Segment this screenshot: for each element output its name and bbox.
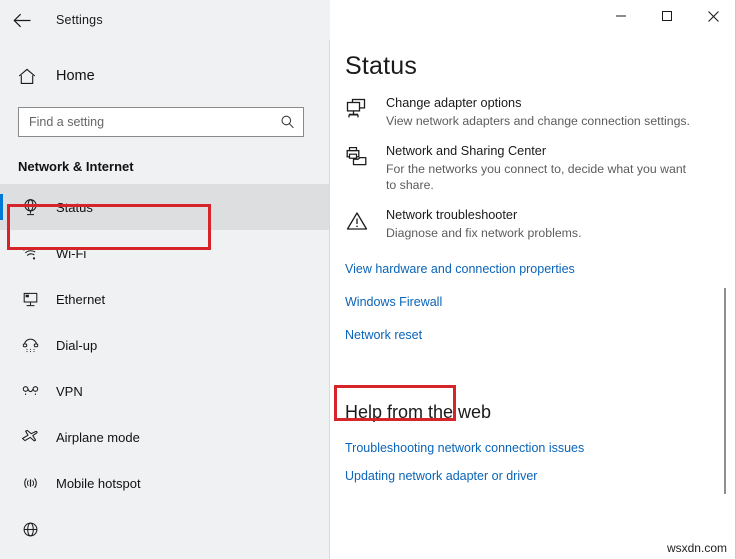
sidebar-item-dialup[interactable]: Dial-up bbox=[0, 322, 330, 368]
link-troubleshooting-network-issues[interactable]: Troubleshooting network connection issue… bbox=[345, 441, 736, 455]
sidebar-item-wifi[interactable]: Wi-Fi bbox=[0, 230, 330, 276]
sidebar-item-label: Ethernet bbox=[56, 292, 105, 307]
link-windows-firewall[interactable]: Windows Firewall bbox=[345, 295, 736, 309]
sidebar-section-title: Network & Internet bbox=[18, 159, 330, 174]
entry-title: Network and Sharing Center bbox=[386, 143, 698, 160]
scrollbar-thumb[interactable] bbox=[724, 288, 726, 494]
settings-sidebar: Home Network & Internet bbox=[0, 40, 330, 559]
globe-status-icon bbox=[18, 198, 42, 217]
search-box[interactable] bbox=[18, 107, 304, 137]
link-updating-network-adapter[interactable]: Updating network adapter or driver bbox=[345, 469, 736, 483]
entry-network-sharing-center[interactable]: Network and Sharing Center For the netwo… bbox=[345, 143, 700, 193]
dialup-phone-icon bbox=[18, 336, 42, 355]
sidebar-item-vpn[interactable]: VPN bbox=[0, 368, 330, 414]
home-icon bbox=[18, 68, 44, 85]
window-controls bbox=[330, 0, 736, 40]
app-title: Settings bbox=[56, 13, 103, 27]
sidebar-divider bbox=[329, 0, 330, 559]
sidebar-item-partial[interactable] bbox=[0, 506, 330, 552]
sidebar-item-label: Mobile hotspot bbox=[56, 476, 141, 491]
sidebar-item-ethernet[interactable]: Ethernet bbox=[0, 276, 330, 322]
sidebar-item-label: VPN bbox=[56, 384, 83, 399]
title-bar: Settings bbox=[0, 0, 736, 40]
monitors-adapter-icon bbox=[345, 95, 377, 129]
sidebar-nav: Status Wi-Fi bbox=[0, 184, 330, 552]
close-button[interactable] bbox=[690, 0, 736, 32]
warning-triangle-icon bbox=[345, 207, 377, 241]
entry-description: View network adapters and change connect… bbox=[386, 113, 690, 129]
home-label: Home bbox=[56, 68, 95, 84]
entry-text: Network troubleshooter Diagnose and fix … bbox=[386, 207, 581, 241]
main-content: Status Change adapter options View netwo… bbox=[330, 40, 736, 559]
globe-proxy-icon bbox=[18, 520, 42, 539]
hotspot-icon bbox=[18, 474, 42, 493]
maximize-button[interactable] bbox=[644, 0, 690, 32]
entry-text: Network and Sharing Center For the netwo… bbox=[386, 143, 698, 193]
ethernet-icon bbox=[18, 290, 42, 309]
entry-title: Change adapter options bbox=[386, 95, 690, 112]
sidebar-item-label: Airplane mode bbox=[56, 430, 140, 445]
search-input[interactable] bbox=[19, 108, 269, 136]
help-section-title: Help from the web bbox=[345, 402, 736, 423]
minimize-button[interactable] bbox=[598, 0, 644, 32]
search-icon[interactable] bbox=[280, 115, 295, 130]
page-title: Status bbox=[345, 52, 736, 81]
sidebar-item-airplane-mode[interactable]: Airplane mode bbox=[0, 414, 330, 460]
sidebar-item-home[interactable]: Home bbox=[0, 59, 330, 93]
entry-network-troubleshooter[interactable]: Network troubleshooter Diagnose and fix … bbox=[345, 207, 700, 241]
watermark: wsxdn.com bbox=[667, 541, 727, 555]
sidebar-item-label: Status bbox=[56, 200, 93, 215]
entry-description: For the networks you connect to, decide … bbox=[386, 161, 698, 193]
wifi-icon bbox=[18, 244, 42, 263]
sidebar-item-label: Dial-up bbox=[56, 338, 97, 353]
back-button[interactable] bbox=[0, 0, 44, 40]
back-arrow-icon bbox=[13, 13, 32, 28]
link-view-hardware-properties[interactable]: View hardware and connection properties bbox=[345, 262, 736, 276]
content-scrollbar[interactable] bbox=[720, 40, 730, 559]
entry-text: Change adapter options View network adap… bbox=[386, 95, 690, 129]
title-bar-left: Settings bbox=[0, 0, 330, 40]
entry-change-adapter-options[interactable]: Change adapter options View network adap… bbox=[345, 95, 700, 129]
entry-description: Diagnose and fix network problems. bbox=[386, 225, 581, 241]
sidebar-item-status[interactable]: Status bbox=[0, 184, 330, 230]
vpn-icon bbox=[18, 382, 42, 401]
airplane-icon bbox=[18, 427, 42, 447]
close-icon bbox=[707, 10, 720, 23]
sidebar-item-label: Wi-Fi bbox=[56, 246, 86, 261]
entry-title: Network troubleshooter bbox=[386, 207, 581, 224]
maximize-icon bbox=[661, 10, 673, 22]
printer-share-icon bbox=[345, 143, 377, 193]
link-network-reset[interactable]: Network reset bbox=[345, 328, 736, 342]
sidebar-item-mobile-hotspot[interactable]: Mobile hotspot bbox=[0, 460, 330, 506]
settings-window: Settings bbox=[0, 0, 736, 559]
minimize-icon bbox=[615, 10, 627, 22]
